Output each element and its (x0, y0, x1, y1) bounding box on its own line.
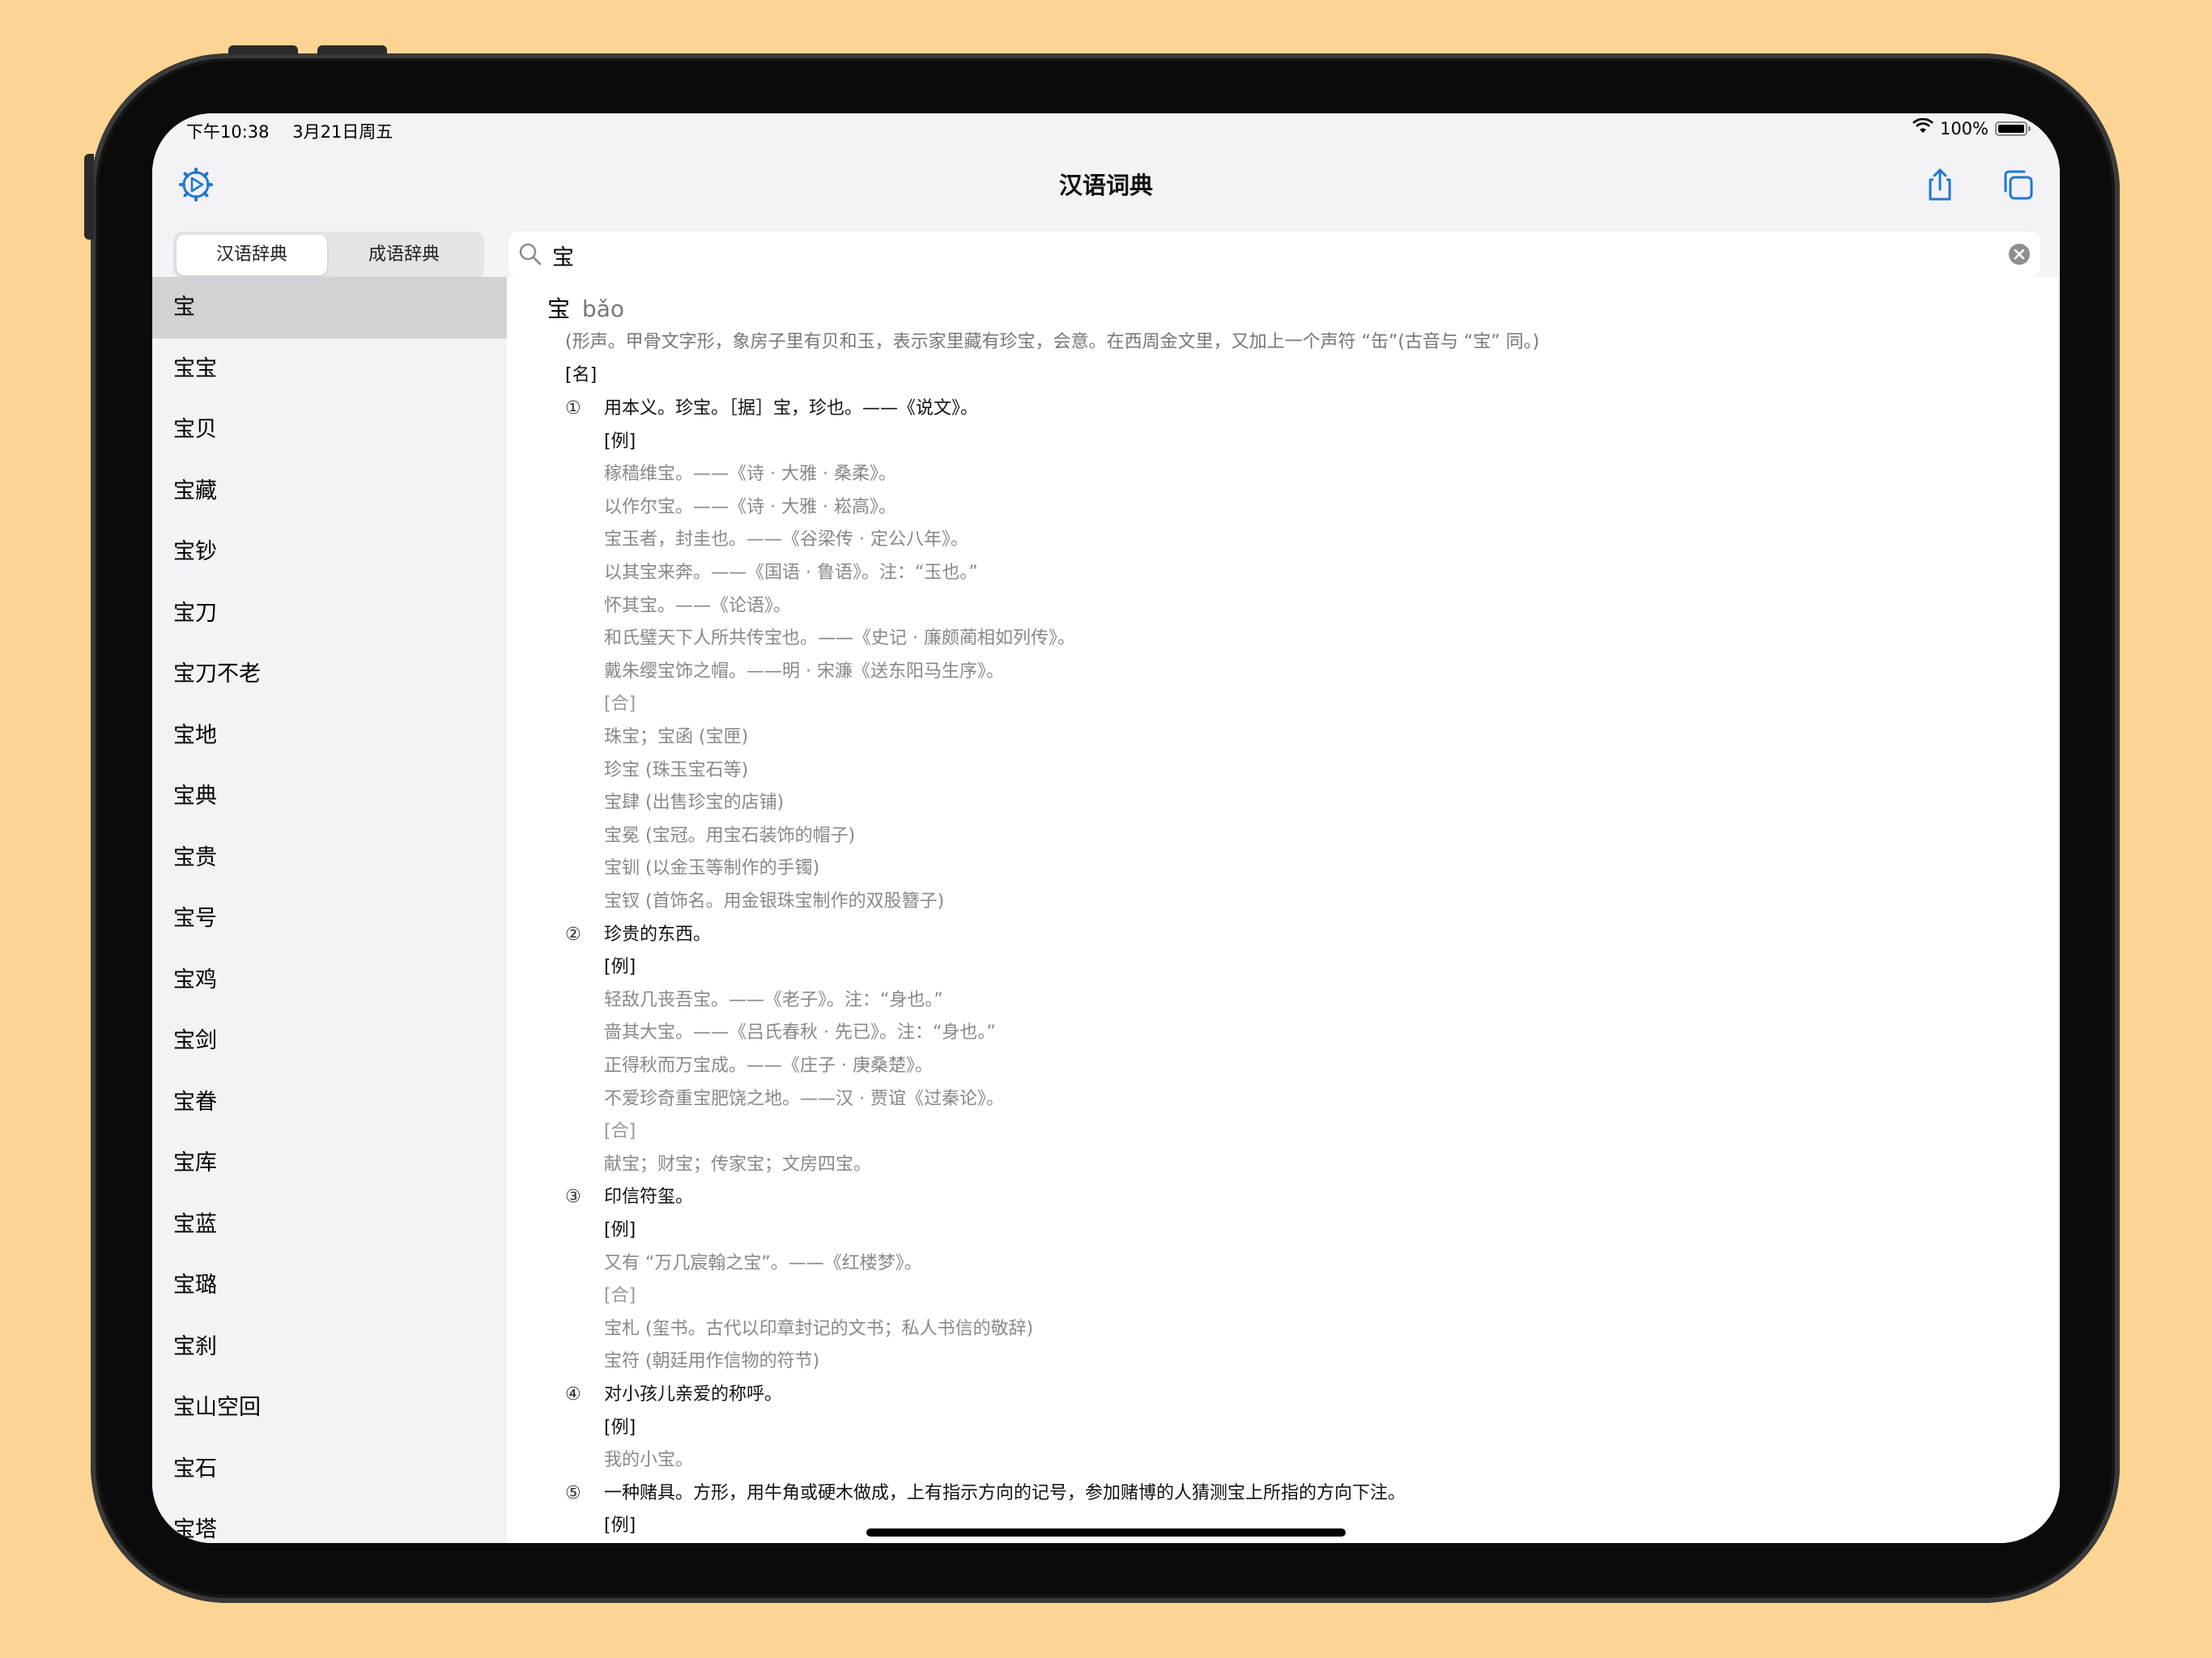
example-label: [例] (604, 1516, 636, 1537)
headword-line: 宝 bǎo (547, 291, 624, 324)
status-time: 下午10:38 (186, 122, 270, 142)
sense-number: ⑤ (565, 1482, 581, 1503)
sense-number: ④ (565, 1384, 581, 1405)
list-item[interactable]: 宝贝 (152, 399, 507, 461)
definition-view: 宝 bǎo (形声。甲骨文字形，象房子里有贝和玉，表示家里藏有珍宝，会意。在西周… (507, 277, 2060, 1543)
list-item[interactable]: 宝刀不老 (152, 644, 507, 705)
search-query[interactable]: 宝 (552, 240, 574, 271)
search-input[interactable]: 宝 (508, 232, 2040, 277)
example-label: [例] (604, 1220, 636, 1240)
example-text: 和氏璧天下人所共传宝也。——《史记 · 廉颇蔺相如列传》。 (604, 628, 1075, 649)
tab-idiom-dictionary[interactable]: 成语辞典 (329, 235, 479, 275)
example-text: 宝钗 (首饰名。用金银珠宝制作的双股簪子) (604, 891, 945, 912)
list-item[interactable]: 宝典 (152, 766, 507, 827)
example-label: [例] (604, 1417, 636, 1438)
top-button (228, 45, 298, 55)
example-text: 怀其宝。——《论语》。 (604, 595, 792, 616)
sense-number: ③ (565, 1187, 581, 1208)
sense-definition: 对小孩儿亲爱的称呼。 (604, 1384, 783, 1405)
sense-definition: 用本义。珍宝。［据］宝，珍也。——《说文》。 (604, 398, 979, 419)
dictionary-segmented-control: 汉语辞典 成语辞典 (173, 232, 484, 278)
navigation-bar: 汉语词典 (152, 147, 2060, 222)
dictionary-switcher-area: 汉语辞典 成语辞典 (152, 222, 507, 278)
example-text: 正得秋而万宝成。——《庄子 · 庚桑楚》。 (604, 1056, 933, 1076)
example-text: 轻敌几丧吾宝。——《老子》。注：“身也。” (604, 989, 943, 1010)
status-right: 100% (1912, 117, 2031, 138)
example-text: 宝钏 (以金玉等制作的手镯) (604, 858, 820, 879)
copy-icon[interactable] (2000, 167, 2035, 202)
clear-icon[interactable] (2008, 243, 2031, 266)
etymology: (形声。甲骨文字形，象房子里有贝和玉，表示家里藏有珍宝，会意。在西周金文里，又加… (565, 332, 1540, 352)
sense-definition: 珍贵的东西。 (604, 924, 712, 945)
example-text: 啬其大宝。——《吕氏春秋 · 先已》。注：“身也。” (604, 1022, 996, 1044)
list-item[interactable]: 宝山空回 (152, 1377, 507, 1439)
word-list: 宝宝宝 宝贝 宝藏 宝钞 宝刀 宝刀不老 宝地 宝典 宝贵 宝号 宝鸡 宝剑 宝眷 宝库 宝蓝 宝璐 宝刹 宝山空… (152, 277, 507, 1543)
list-item[interactable]: 宝蓝 (152, 1194, 507, 1256)
part-of-speech: [名] (565, 365, 598, 385)
list-item[interactable]: 宝眷 (152, 1072, 507, 1133)
top-button (317, 45, 387, 55)
list-item[interactable]: 宝号 (152, 888, 507, 950)
screen: 下午10:38 3月21日周五 100% 汉语词典 汉语辞典 成语辞典 宝 宝 … (152, 113, 2060, 1543)
nav-title: 汉语词典 (1058, 172, 1153, 199)
compound-label: [合] (604, 1286, 636, 1307)
example-text: 我的小宝。 (604, 1450, 694, 1471)
example-text: 又有 “万几宸翰之宝”。——《红楼梦》。 (604, 1252, 922, 1273)
example-text: 不爱珍奇重宝肥饶之地。——汉 · 贾谊《过秦论》。 (604, 1088, 1004, 1109)
side-button (84, 154, 94, 240)
list-item[interactable]: 宝鸡 (152, 950, 507, 1011)
list-item[interactable]: 宝库 (152, 1133, 507, 1194)
example-text: 宝冕 (宝冠。用宝石装饰的帽子) (604, 825, 856, 846)
example-text: 宝玉者，封圭也。——《谷梁传 · 定公八年》。 (604, 529, 968, 551)
sense-definition: 一种赌具。方形，用牛角或硬木做成，上有指示方向的记号，参加赌博的人猜测宝上所指的… (604, 1482, 1406, 1503)
share-icon[interactable] (1922, 167, 1958, 202)
example-text: 戴朱缨宝饰之帽。——明 · 宋濂《送东阳马生序》。 (604, 661, 1004, 682)
search-icon (518, 242, 542, 266)
list-item[interactable]: 宝 (152, 277, 507, 338)
list-item[interactable]: 宝石 (152, 1439, 507, 1500)
pinyin: bǎo (581, 295, 624, 322)
sense-number: ② (565, 924, 581, 945)
example-text: 珍宝 (珠玉宝石等) (604, 759, 749, 780)
list-item[interactable]: 宝刀 (152, 583, 507, 644)
example-text: 珠宝；宝函 (宝匣) (604, 727, 749, 747)
example-text: 以其宝来奔。——《国语 · 鲁语》。注：“玉也。” (604, 563, 978, 583)
list-item[interactable]: 宝宝 (152, 338, 507, 400)
example-text: 以作尔宝。——《诗 · 大雅 · 崧高》。 (604, 496, 896, 517)
compound-label: [合] (604, 1121, 636, 1142)
status-date: 3月21日周五 (292, 122, 393, 142)
sense-number: ① (565, 398, 581, 419)
list-item[interactable]: 宝钞 (152, 521, 507, 583)
example-text: 宝符 (朝廷用作信物的符节) (604, 1351, 820, 1372)
example-text: 宝札 (玺书。古代以印章封记的文书；私人书信的敬辞) (604, 1318, 1034, 1339)
list-item[interactable]: 宝刹 (152, 1316, 507, 1378)
status-left: 下午10:38 3月21日周五 (186, 119, 410, 143)
home-indicator (866, 1528, 1346, 1537)
list-item[interactable]: 宝塔 (152, 1499, 507, 1543)
example-text: 稼穑维宝。——《诗 · 大雅 · 桑柔》。 (604, 464, 896, 485)
search-area: 宝 (507, 222, 2060, 277)
wifi-icon (1912, 117, 1933, 138)
battery-percent: 100% (1939, 118, 1989, 138)
example-text: 宝肆 (出售珍宝的店铺) (604, 793, 785, 814)
list-item[interactable]: 宝贵 (152, 827, 507, 889)
battery-icon (1995, 121, 2031, 136)
example-text: 献宝；财宝；传家宝；文房四宝。 (604, 1154, 872, 1175)
list-item[interactable]: 宝剑 (152, 1010, 507, 1072)
list-item[interactable]: 宝璐 (152, 1255, 507, 1316)
sense-definition: 印信符玺。 (604, 1187, 694, 1208)
tab-han-dictionary[interactable]: 汉语辞典 (177, 235, 327, 275)
headword: 宝 (547, 295, 571, 322)
list-item[interactable]: 宝藏 (152, 461, 507, 522)
example-label: [例] (604, 957, 636, 978)
status-bar: 下午10:38 3月21日周五 100% (152, 113, 2060, 147)
compound-label: [合] (604, 694, 636, 715)
list-item[interactable]: 宝地 (152, 705, 507, 767)
example-label: [例] (604, 431, 636, 452)
